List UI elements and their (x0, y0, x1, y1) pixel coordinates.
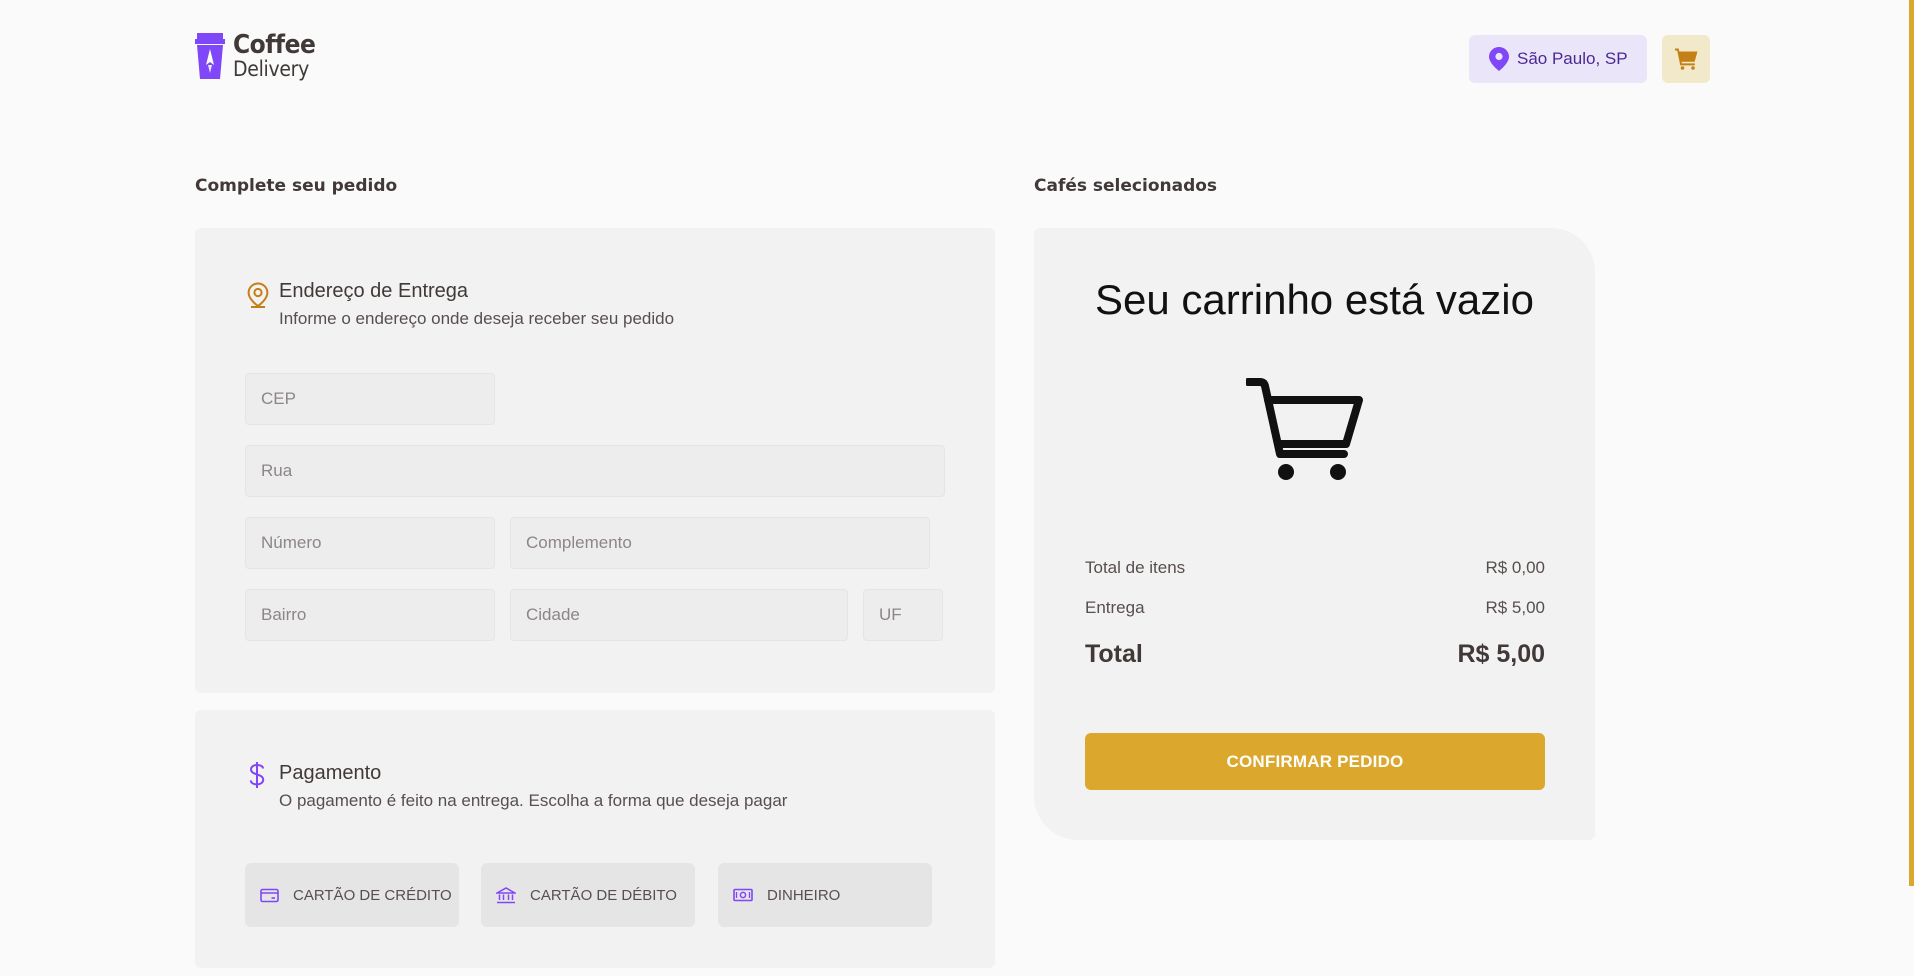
payment-credit-card-button[interactable]: CARTÃO DE CRÉDITO (245, 863, 459, 927)
delivery-value: R$ 5,00 (1485, 598, 1545, 617)
street-input[interactable] (245, 445, 945, 497)
payment-debit-card-button[interactable]: CARTÃO DE DÉBITO (481, 863, 695, 927)
logo-text-top: Coffee (233, 30, 316, 60)
location-badge[interactable]: São Paulo, SP (1469, 35, 1647, 83)
empty-cart-icon (1246, 378, 1363, 480)
coffee-cup-logo-icon (195, 33, 225, 79)
checkout-title: Complete seu pedido (195, 176, 398, 196)
delivery-row: Entrega R$ 5,00 (1085, 598, 1545, 618)
payment-debit-card-label: CARTÃO DE DÉBITO (530, 886, 677, 904)
total-value: R$ 5,00 (1457, 640, 1545, 668)
cart-section-title: Cafés selecionados (1034, 176, 1218, 196)
cart-summary-card: Seu carrinho está vazio Total de itens R… (1034, 228, 1595, 840)
money-icon (733, 888, 753, 902)
dollar-sign-icon (249, 762, 265, 788)
items-total-label: Total de itens (1085, 558, 1186, 577)
confirm-order-button[interactable]: CONFIRMAR PEDIDO (1085, 733, 1545, 790)
cart-button[interactable] (1662, 35, 1710, 83)
number-input[interactable] (245, 517, 495, 569)
shopping-cart-icon (1675, 48, 1698, 70)
items-total-value: R$ 0,00 (1485, 558, 1545, 577)
logo[interactable]: Coffee Delivery (195, 30, 316, 81)
payment-title: Pagamento (279, 762, 382, 784)
address-title: Endereço de Entrega (279, 280, 469, 302)
payment-cash-label: DINHEIRO (767, 886, 841, 904)
map-pin-icon (1489, 47, 1509, 71)
total-row: Total R$ 5,00 (1085, 640, 1545, 669)
payment-credit-card-label: CARTÃO DE CRÉDITO (293, 886, 452, 904)
header: Coffee Delivery São Paulo, SP (195, 31, 1710, 87)
credit-card-icon (260, 888, 279, 902)
state-input[interactable] (863, 589, 943, 641)
payment-subtitle: O pagamento é feito na entrega. Escolha … (279, 791, 788, 810)
payment-card: Pagamento O pagamento é feito na entrega… (195, 710, 995, 968)
items-total-row: Total de itens R$ 0,00 (1085, 558, 1545, 578)
location-text: São Paulo, SP (1517, 49, 1628, 68)
city-input[interactable] (510, 589, 848, 641)
payment-cash-button[interactable]: DINHEIRO (718, 863, 932, 927)
total-label: Total (1085, 640, 1143, 668)
logo-text-bottom: Delivery (233, 57, 310, 81)
map-pin-outline-icon (247, 282, 269, 308)
cep-input[interactable] (245, 373, 495, 425)
empty-cart-message: Seu carrinho está vazio (1095, 276, 1534, 323)
address-subtitle: Informe o endereço onde deseja receber s… (279, 309, 675, 328)
complement-input[interactable] (510, 517, 930, 569)
bank-icon (496, 886, 516, 903)
delivery-label: Entrega (1085, 598, 1145, 617)
scrollbar-thumb[interactable] (1909, 0, 1914, 886)
neighborhood-input[interactable] (245, 589, 495, 641)
